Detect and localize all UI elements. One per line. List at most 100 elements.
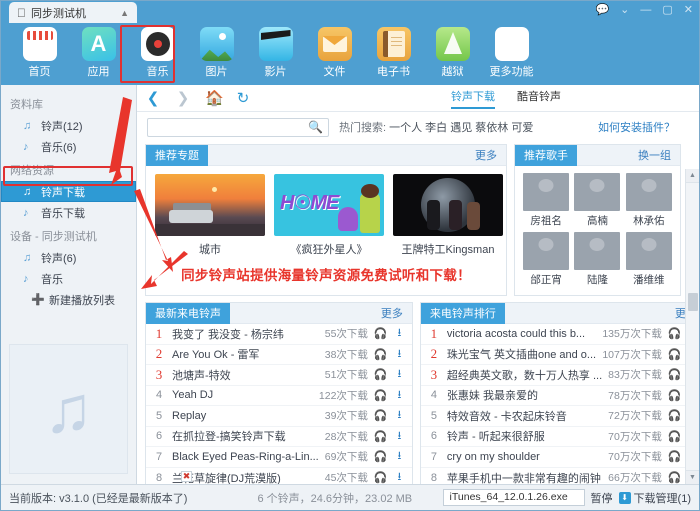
toolbar-item-apps[interactable]: A 应用 bbox=[70, 23, 127, 79]
table-row[interactable]: 5 Replay 39次下载 🎧 ⭳ bbox=[146, 406, 412, 427]
topic-thumbnail-city[interactable] bbox=[155, 174, 265, 236]
download-icon[interactable]: ⭳ bbox=[393, 427, 406, 446]
table-row[interactable]: 5 特效音效 - 卡农起床铃音 72万次下载 🎧 ⭳ bbox=[421, 406, 699, 427]
topic-thumbnail-home[interactable]: H☉ME bbox=[274, 174, 384, 236]
singer-avatar[interactable] bbox=[523, 232, 569, 270]
table-row[interactable]: 3 超经典英文歌，数十万人热享 ... 83万次下载 🎧 ⭳ bbox=[421, 365, 699, 386]
headphone-icon[interactable]: 🎧 bbox=[668, 348, 681, 361]
sidebar-item-new-playlist[interactable]: ➕ 新建播放列表 bbox=[1, 289, 136, 310]
sidebar-item-music-library[interactable]: ♪ 音乐(6) bbox=[1, 136, 136, 157]
headphone-icon[interactable]: 🎧 bbox=[374, 450, 387, 463]
device-tab[interactable]:  同步测试机 ▲ bbox=[9, 2, 137, 23]
singer-avatar[interactable] bbox=[574, 173, 620, 211]
toolbar-item-music[interactable]: 音乐 bbox=[129, 23, 186, 79]
headphone-icon[interactable]: 🎧 bbox=[668, 450, 681, 463]
headphone-icon[interactable]: 🎧 bbox=[374, 471, 387, 484]
sidebar-item-ringtone-download[interactable]: ♫ 铃声下载 bbox=[1, 181, 136, 202]
topic-item[interactable]: 王牌特工Kingsman bbox=[393, 174, 503, 257]
close-x-icon[interactable]: ✖ bbox=[181, 471, 192, 482]
refresh-icon[interactable]: ↻ bbox=[235, 89, 251, 107]
pause-button[interactable]: 暂停 bbox=[591, 490, 613, 506]
chevron-right-icon[interactable]: ❯ bbox=[175, 89, 191, 107]
toolbar-item-home[interactable]: 首页 bbox=[11, 23, 68, 79]
download-icon[interactable]: ⭳ bbox=[393, 406, 406, 425]
table-row[interactable]: 1 victoria acosta could this b... 135万次下… bbox=[421, 324, 699, 345]
download-icon[interactable]: ⭳ bbox=[393, 324, 406, 343]
latest-list-more-link[interactable]: 更多 bbox=[381, 305, 412, 321]
table-row[interactable]: 2 珠光宝气 英文插曲one and o... 107万次下载 🎧 ⭳ bbox=[421, 345, 699, 366]
hot-search-terms[interactable]: 一个人 李白 遇见 蔡依林 可爱 bbox=[389, 122, 533, 134]
table-row[interactable]: 8 苹果手机中一款非常有趣的闹钟 66万次下载 🎧 ⭳ bbox=[421, 468, 699, 485]
sidebar-item-device-music[interactable]: ♪ 音乐 bbox=[1, 268, 136, 289]
download-manager-button[interactable]: ⬇ 下载管理(1) bbox=[619, 490, 691, 506]
headphone-icon[interactable]: 🎧 bbox=[668, 471, 681, 484]
singer-avatar[interactable] bbox=[626, 232, 672, 270]
download-icon[interactable]: ⭳ bbox=[393, 386, 406, 405]
singer-avatar[interactable] bbox=[626, 173, 672, 211]
tab-kuyin-ringtone[interactable]: 酷音铃声 bbox=[517, 88, 561, 109]
toolbar-item-more[interactable]: 更多功能 bbox=[483, 23, 540, 79]
table-row[interactable]: 2 Are You Ok - 雷军 38次下载 🎧 ⭳ bbox=[146, 345, 412, 366]
singer-item[interactable]: 高楠 bbox=[573, 173, 621, 228]
search-input[interactable] bbox=[153, 121, 308, 133]
search-box[interactable]: 🔍 bbox=[147, 118, 329, 137]
singer-item[interactable]: 房祖名 bbox=[522, 173, 570, 228]
maximize-button[interactable]: ▢ bbox=[662, 3, 672, 17]
scroll-thumb[interactable] bbox=[688, 293, 698, 311]
download-icon[interactable]: ⭳ bbox=[393, 365, 406, 384]
home-icon[interactable]: 🏠 bbox=[205, 89, 221, 107]
topics-more-link[interactable]: 更多 bbox=[475, 147, 506, 163]
toolbar-item-files[interactable]: 文件 bbox=[306, 23, 363, 79]
table-row[interactable]: 3 池塘声-特效 51次下载 🎧 ⭳ bbox=[146, 365, 412, 386]
singer-item[interactable]: 陆隆 bbox=[573, 232, 621, 287]
feedback-icon[interactable]: 💬 bbox=[595, 3, 609, 17]
download-icon[interactable]: ⭳ bbox=[393, 468, 406, 484]
close-button[interactable]: ✕ bbox=[684, 3, 693, 17]
scroll-down-icon[interactable]: ▼ bbox=[686, 470, 700, 484]
singer-avatar[interactable] bbox=[574, 232, 620, 270]
topic-item[interactable]: 城市 bbox=[155, 174, 265, 257]
headphone-icon[interactable]: 🎧 bbox=[374, 430, 387, 443]
headphone-icon[interactable]: 🎧 bbox=[374, 348, 387, 361]
topic-item[interactable]: H☉ME 《疯狂外星人》 bbox=[274, 174, 384, 257]
download-icon[interactable]: ⭳ bbox=[393, 345, 406, 364]
toolbar-item-movies[interactable]: 影片 bbox=[247, 23, 304, 79]
singer-avatar[interactable] bbox=[523, 173, 569, 211]
table-row[interactable]: 1 我变了 我没变 - 杨宗纬 55次下载 🎧 ⭳ bbox=[146, 324, 412, 345]
singer-item[interactable]: 潘维维 bbox=[625, 232, 673, 287]
table-row[interactable]: 4 Yeah DJ 122次下载 🎧 ⭳ bbox=[146, 386, 412, 407]
toolbar-item-jailbreak[interactable]: 越狱 bbox=[424, 23, 481, 79]
toolbar-item-ebooks[interactable]: 电子书 bbox=[365, 23, 422, 79]
headphone-icon[interactable]: 🎧 bbox=[668, 409, 681, 422]
headphone-icon[interactable]: 🎧 bbox=[668, 368, 681, 381]
tab-ringtone-download[interactable]: 铃声下载 bbox=[451, 88, 495, 109]
scroll-up-icon[interactable]: ▲ bbox=[686, 169, 700, 183]
collapse-icon[interactable]: ⌄ bbox=[620, 3, 629, 17]
headphone-icon[interactable]: 🎧 bbox=[668, 327, 681, 340]
chevron-left-icon[interactable]: ❮ bbox=[145, 89, 161, 107]
headphone-icon[interactable]: 🎧 bbox=[374, 327, 387, 340]
table-row[interactable]: 6 铃声 - 听起来很舒服 70万次下载 🎧 ⭳ bbox=[421, 427, 699, 448]
table-row[interactable]: 4 张惠妹 我最亲爱的 78万次下载 🎧 ⭳ bbox=[421, 386, 699, 407]
minimize-button[interactable]: — bbox=[640, 3, 651, 17]
vertical-scrollbar[interactable]: ▲ ▼ bbox=[685, 169, 699, 484]
headphone-icon[interactable]: 🎧 bbox=[374, 409, 387, 422]
search-icon[interactable]: 🔍 bbox=[308, 120, 323, 134]
headphone-icon[interactable]: 🎧 bbox=[668, 430, 681, 443]
headphone-icon[interactable]: 🎧 bbox=[374, 368, 387, 381]
toolbar-item-photos[interactable]: 图片 bbox=[188, 23, 245, 79]
plugin-install-link[interactable]: 如何安装插件？ bbox=[598, 119, 689, 135]
singers-refresh-link[interactable]: 换一组 bbox=[638, 147, 680, 163]
headphone-icon[interactable]: 🎧 bbox=[374, 389, 387, 402]
table-row[interactable]: 6 在抓拉登-搞笑铃声下载 28次下载 🎧 ⭳ bbox=[146, 427, 412, 448]
download-icon[interactable]: ⭳ bbox=[393, 447, 406, 466]
table-row[interactable]: 7 cry on my shoulder 70万次下载 🎧 ⭳ bbox=[421, 447, 699, 468]
table-row[interactable]: 7 Black Eyed Peas-Ring-a-Lin... 69次下载 🎧 … bbox=[146, 447, 412, 468]
topic-thumbnail-kingsman[interactable] bbox=[393, 174, 503, 236]
eject-icon[interactable]: ▲ bbox=[120, 8, 129, 18]
singer-item[interactable]: 林承佑 bbox=[625, 173, 673, 228]
sidebar-item-ringtones-library[interactable]: ♫ 铃声(12) bbox=[1, 115, 136, 136]
sidebar-item-music-download[interactable]: ♪ 音乐下载 bbox=[1, 202, 136, 223]
headphone-icon[interactable]: 🎧 bbox=[668, 389, 681, 402]
sidebar-item-device-ringtones[interactable]: ♫ 铃声(6) bbox=[1, 247, 136, 268]
